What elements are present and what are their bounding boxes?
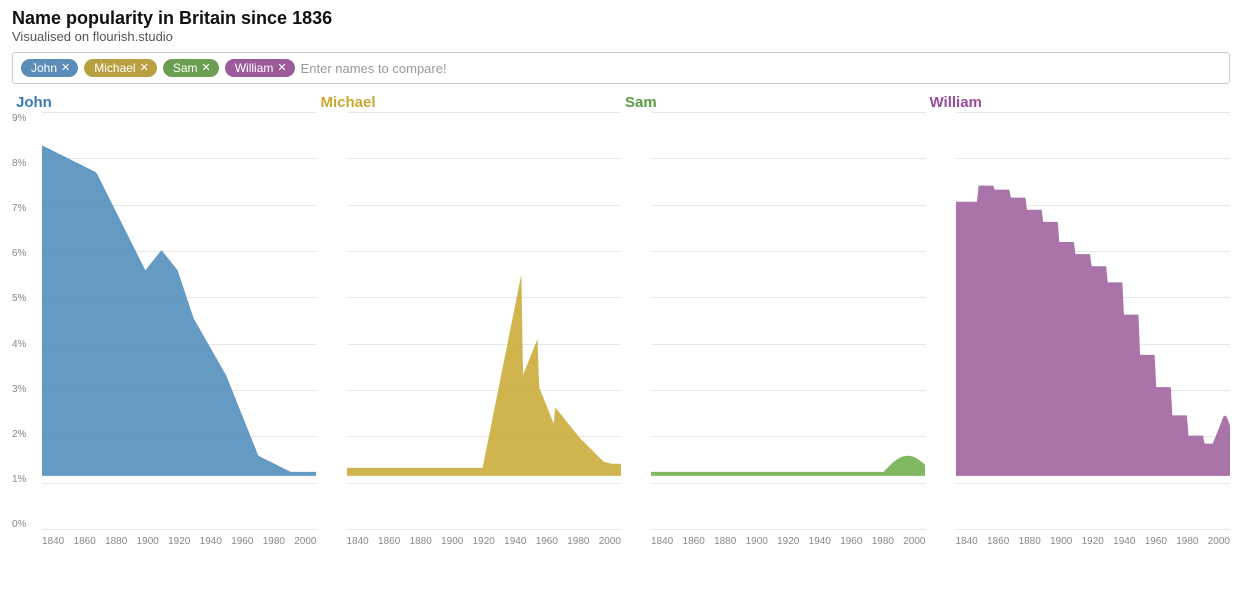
x-label-1940: 1940 [200, 536, 222, 547]
x-label-1860: 1860 [683, 536, 705, 547]
y-label-9: 9% [12, 113, 26, 124]
x-label-1880: 1880 [714, 536, 736, 547]
x-label-1920: 1920 [168, 536, 190, 547]
x-label-1900: 1900 [137, 536, 159, 547]
x-label-1840: 1840 [956, 536, 978, 547]
grid-line-0 [42, 529, 317, 530]
x-label-1880: 1880 [410, 536, 432, 547]
x-axis-labels-sam: 1840 1860 1880 1900 1920 1940 1960 1980 2000 [651, 532, 926, 560]
y-axis-labels: 0% 1% 2% 3% 4% 5% 6% 7% 8% 9% [12, 113, 26, 530]
charts-container: John 0% 1% 2% 3% 4% 5% 6% 7% 8% 9% 1840 1860 1880 1900… [0, 90, 1242, 560]
y-label-0: 0% [12, 519, 26, 530]
chart-area-sam: 1840 1860 1880 1900 1920 1940 1960 1980 2000 [621, 113, 926, 560]
x-label-1980: 1980 [263, 536, 285, 547]
search-placeholder: Enter names to compare! [301, 61, 447, 76]
chart-label-michael: Michael [317, 90, 622, 111]
chart-area-william: 1840 1860 1880 1900 1920 1940 1960 1980 2000 [926, 113, 1231, 560]
grid-line-0 [651, 529, 926, 530]
x-label-1920: 1920 [777, 536, 799, 547]
y-label-4: 4% [12, 339, 26, 350]
chart-panel-john: John 0% 1% 2% 3% 4% 5% 6% 7% 8% 9% 1840 1860 1880 1900… [12, 90, 317, 560]
x-label-1920: 1920 [1082, 536, 1104, 547]
grid-line-1 [347, 483, 622, 484]
x-label-1920: 1920 [473, 536, 495, 547]
x-label-1940: 1940 [504, 536, 526, 547]
chart-label-john: John [12, 90, 317, 111]
x-label-1940: 1940 [809, 536, 831, 547]
chart-svg-john [42, 113, 316, 476]
y-label-8: 8% [12, 158, 26, 169]
x-label-1940: 1940 [1113, 536, 1135, 547]
grid-line-1 [956, 483, 1231, 484]
chart-svg-michael [347, 113, 621, 476]
x-label-1960: 1960 [536, 536, 558, 547]
x-label-2000: 2000 [599, 536, 621, 547]
y-label-1: 1% [12, 474, 26, 485]
chart-path-john [42, 145, 316, 476]
x-label-1860: 1860 [378, 536, 400, 547]
page-subtitle: Visualised on flourish.studio [12, 29, 1230, 44]
x-label-1840: 1840 [42, 536, 64, 547]
chart-panel-michael: Michael 1840 1860 1880 1900 1920 1940 1960 1980 2… [317, 90, 622, 560]
chart-area-john: 0% 1% 2% 3% 4% 5% 6% 7% 8% 9% 1840 1860 1880 1900 1920… [12, 113, 317, 560]
chart-svg-sam [651, 113, 925, 476]
y-label-2: 2% [12, 429, 26, 440]
x-axis-labels-john: 1840 1860 1880 1900 1920 1940 1960 1980 2000 [42, 532, 317, 560]
page-header: Name popularity in Britain since 1836 Vi… [0, 0, 1242, 46]
x-label-1960: 1960 [231, 536, 253, 547]
x-label-1840: 1840 [347, 536, 369, 547]
x-label-1900: 1900 [746, 536, 768, 547]
chart-panel-sam: Sam 1840 1860 1880 1900 1920 1940 1960 1980 2000 [621, 90, 926, 560]
x-axis-labels-michael: 1840 1860 1880 1900 1920 1940 1960 1980 2000 [347, 532, 622, 560]
search-bar[interactable]: John ✕ Michael ✕ Sam ✕ William ✕ Enter names… [12, 52, 1230, 84]
y-label-5: 5% [12, 293, 26, 304]
tag-close-icon[interactable]: ✕ [277, 63, 286, 74]
x-label-1960: 1960 [1145, 536, 1167, 547]
x-label-1880: 1880 [105, 536, 127, 547]
tag-close-icon[interactable]: ✕ [140, 63, 149, 74]
x-label-1900: 1900 [1050, 536, 1072, 547]
grid-line-1 [42, 483, 317, 484]
x-label-1860: 1860 [74, 536, 96, 547]
x-label-2000: 2000 [1208, 536, 1230, 547]
y-label-3: 3% [12, 384, 26, 395]
chart-path-sam [651, 456, 925, 476]
chart-label-william: William [926, 90, 1231, 111]
chart-label-sam: Sam [621, 90, 926, 111]
tag-william[interactable]: William ✕ [225, 59, 295, 77]
x-label-1980: 1980 [567, 536, 589, 547]
tag-michael[interactable]: Michael ✕ [84, 59, 157, 77]
y-label-6: 6% [12, 248, 26, 259]
x-label-1860: 1860 [987, 536, 1009, 547]
x-label-1900: 1900 [441, 536, 463, 547]
chart-area-michael: 1840 1860 1880 1900 1920 1940 1960 1980 2000 [317, 113, 622, 560]
tag-close-icon[interactable]: ✕ [202, 63, 211, 74]
x-label-1840: 1840 [651, 536, 673, 547]
tag-john[interactable]: John ✕ [21, 59, 78, 77]
x-axis-labels-william: 1840 1860 1880 1900 1920 1940 1960 1980 2000 [956, 532, 1231, 560]
page-title: Name popularity in Britain since 1836 [12, 8, 1230, 29]
chart-panel-william: William 1840 1860 1880 1900 1920 1940 1960 1980 2… [926, 90, 1231, 560]
tag-close-icon[interactable]: ✕ [61, 63, 70, 74]
x-label-1980: 1980 [872, 536, 894, 547]
grid-line-0 [347, 529, 622, 530]
x-label-1880: 1880 [1019, 536, 1041, 547]
tag-sam[interactable]: Sam ✕ [163, 59, 219, 77]
x-label-1980: 1980 [1176, 536, 1198, 547]
x-label-2000: 2000 [294, 536, 316, 547]
x-label-2000: 2000 [903, 536, 925, 547]
chart-path-michael [347, 274, 621, 476]
grid-line-1 [651, 483, 926, 484]
y-label-7: 7% [12, 203, 26, 214]
chart-svg-william [956, 113, 1230, 476]
grid-line-0 [956, 529, 1231, 530]
x-label-1960: 1960 [840, 536, 862, 547]
chart-path-william [956, 186, 1230, 476]
